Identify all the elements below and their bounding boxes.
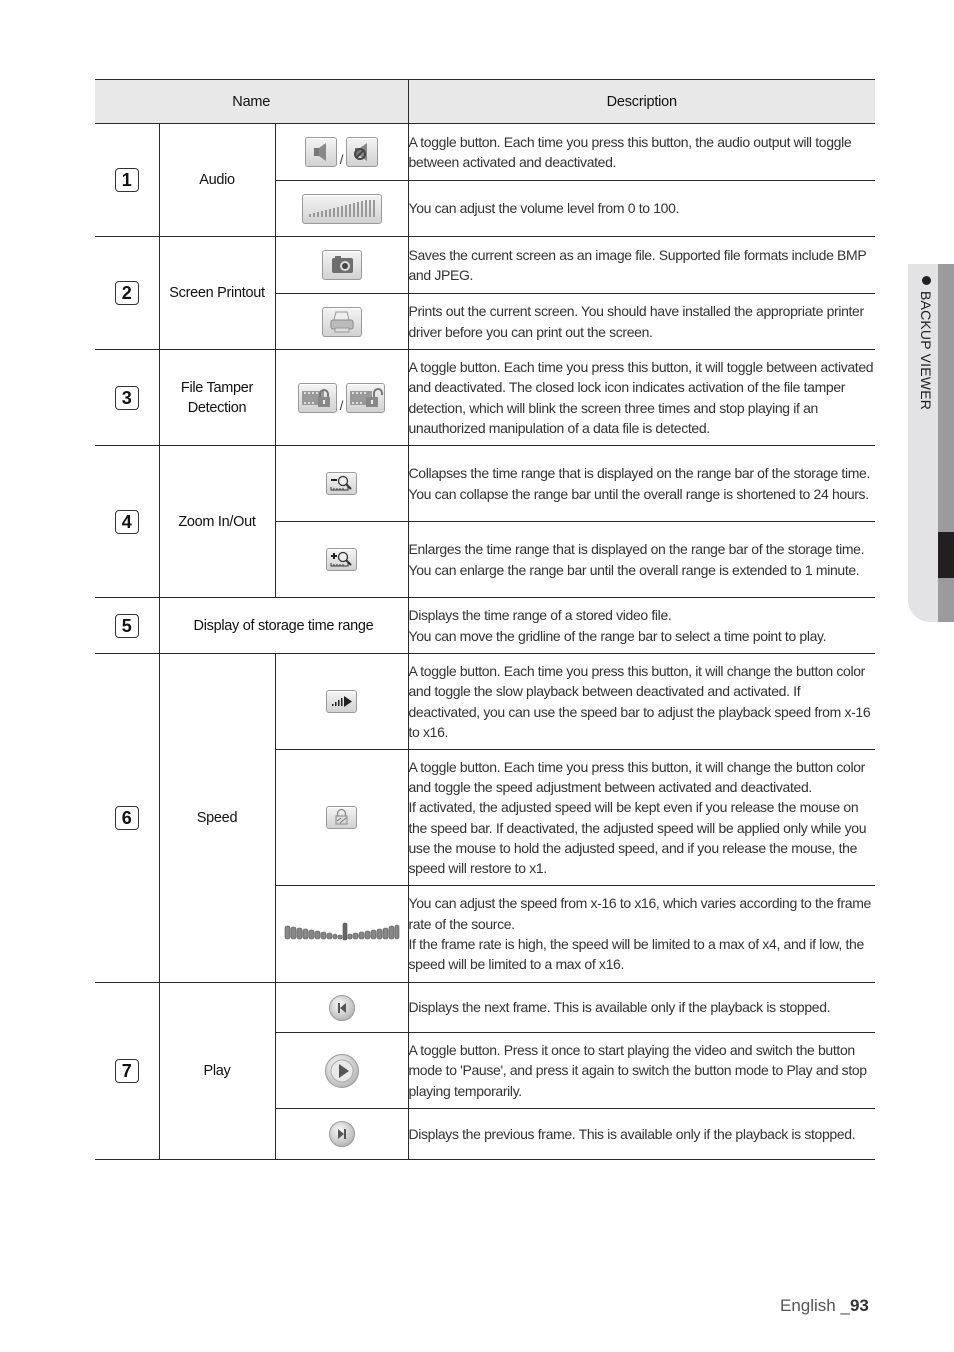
description: Enlarges the time range that is displaye…	[407, 521, 875, 598]
bullet-icon	[921, 276, 931, 285]
row-number: 4	[95, 445, 160, 598]
description: A toggle button. Each time you press thi…	[407, 123, 875, 181]
control-name: Display of storage time range	[158, 597, 409, 654]
icon-cell: /	[274, 123, 409, 181]
table-row: 6 Speed A toggle button. Each time you p…	[95, 653, 875, 983]
description-line: A toggle button. Each time you press thi…	[408, 758, 866, 795]
table-header-row: Name Description	[95, 79, 875, 124]
previous-frame-icon[interactable]	[328, 994, 355, 1021]
description: A toggle button. Each time you press thi…	[407, 349, 875, 446]
camera-icon[interactable]	[321, 250, 362, 280]
icon-cell	[275, 293, 409, 350]
table-row: 7 Play Displays the next frame. This is …	[95, 982, 875, 1160]
zoom-out-icon[interactable]	[326, 472, 357, 495]
control-name: Speed	[158, 653, 276, 983]
description-line: You can adjust the speed from x-16 to x1…	[408, 895, 872, 932]
play-icon[interactable]	[324, 1053, 359, 1088]
icon-cell	[275, 180, 409, 237]
number-badge: 5	[114, 613, 139, 638]
volume-bars	[308, 199, 375, 217]
description: A toggle button. Each time you press thi…	[407, 749, 875, 886]
page-number: 93	[849, 1296, 869, 1315]
row-number: 6	[95, 653, 160, 983]
film-lock-open-icon[interactable]	[346, 382, 386, 413]
icon-cell	[274, 236, 409, 294]
number-badge: 2	[114, 281, 139, 305]
number-badge: 4	[114, 509, 139, 534]
row-number: 1	[95, 123, 160, 237]
row-number: 3	[95, 349, 160, 446]
description-line: You can move the gridline of the range b…	[408, 627, 827, 644]
icon-cell	[274, 445, 409, 522]
icon-cell	[275, 1032, 409, 1109]
table-row: 5 Display of storage time range Displays…	[95, 597, 875, 654]
printer-icon[interactable]	[321, 306, 362, 337]
speaker-mute-icon	[346, 137, 379, 167]
speaker-on-icon	[304, 137, 337, 167]
slow-playback-icon[interactable]	[326, 690, 357, 713]
table-row: 2 Screen Printout Saves the current scre…	[95, 236, 875, 350]
icon-cell	[275, 1108, 409, 1160]
description-line: Displays the time range of a stored vide…	[408, 607, 672, 624]
table-row: 1 Audio / A toggle button. Each time you…	[95, 123, 875, 237]
side-tab-strip	[938, 264, 954, 622]
side-tab-label: BACKUP VIEWER	[912, 276, 934, 410]
film-lock-closed-icon[interactable]	[297, 382, 337, 413]
description-line: If activated, the adjusted speed will be…	[408, 799, 867, 877]
icon-cell	[275, 885, 409, 983]
description: Displays the next frame. This is availab…	[407, 982, 875, 1033]
controls-table: Name Description 1 Audio / A toggle butt…	[95, 79, 875, 1160]
icon-cell	[275, 749, 409, 886]
control-name: Screen Printout	[158, 236, 276, 350]
number-badge: 7	[114, 1059, 139, 1083]
row-number: 5	[95, 597, 160, 654]
page-footer: English _93	[780, 1296, 869, 1316]
number-badge: 3	[114, 385, 139, 410]
description: You can adjust the volume level from 0 t…	[407, 180, 875, 237]
volume-bar-icon[interactable]	[301, 193, 382, 224]
icon-cell	[274, 982, 409, 1033]
side-tab-text: BACKUP VIEWER	[918, 291, 934, 411]
description: Prints out the current screen. You shoul…	[407, 293, 875, 350]
description: A toggle button. Each time you press thi…	[407, 653, 875, 750]
table-row: 4 Zoom In/Out Collapses the time range t…	[95, 445, 875, 598]
header-name: Name	[95, 79, 409, 124]
description: Displays the time range of a stored vide…	[407, 597, 875, 654]
separator: /	[339, 152, 344, 167]
control-name: File Tamper Detection	[158, 349, 276, 446]
row-number: 2	[95, 236, 160, 350]
table-row: 3 File Tamper Detection / A toggle butto…	[95, 349, 875, 446]
icon-cell	[274, 653, 409, 750]
icon-cell: /	[274, 349, 409, 446]
control-name: Play	[158, 982, 276, 1160]
next-frame-icon[interactable]	[328, 1121, 355, 1147]
icon-cell	[275, 521, 409, 598]
speed-bar-icon[interactable]	[284, 921, 400, 943]
description: Saves the current screen as an image fil…	[407, 236, 875, 294]
number-badge: 1	[114, 168, 139, 192]
description-line: If the frame rate is high, the speed wil…	[408, 936, 865, 973]
control-name: Zoom In/Out	[158, 445, 276, 598]
description: A toggle button. Press it once to start …	[407, 1032, 875, 1109]
footer-language: English _	[780, 1296, 850, 1315]
control-name: Audio	[158, 123, 276, 237]
separator: /	[339, 397, 344, 413]
zoom-in-icon[interactable]	[326, 548, 357, 571]
header-description: Description	[407, 79, 875, 124]
description: Collapses the time range that is display…	[407, 445, 875, 522]
description: You can adjust the speed from x-16 to x1…	[407, 885, 875, 983]
speed-lock-icon[interactable]	[326, 806, 357, 829]
number-badge: 6	[114, 806, 139, 830]
description: Displays the previous frame. This is ava…	[407, 1108, 875, 1160]
row-number: 7	[95, 982, 160, 1160]
side-tab-marker	[938, 532, 954, 578]
